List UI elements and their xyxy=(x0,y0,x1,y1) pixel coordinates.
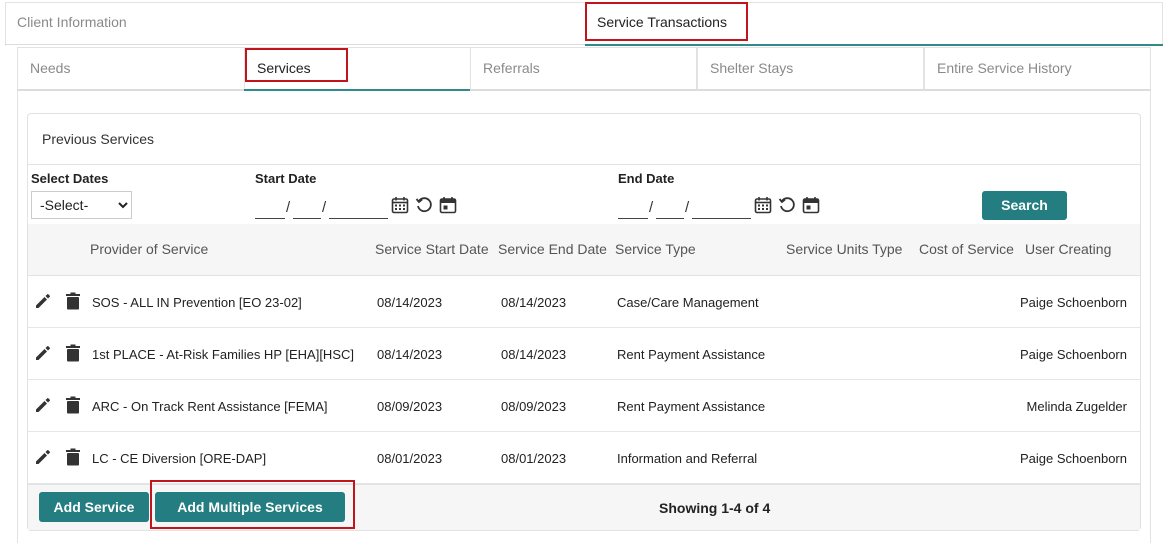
start-date-month-input[interactable] xyxy=(255,197,285,219)
pagination-status: Showing 1-4 of 4 xyxy=(659,500,771,516)
trash-icon[interactable] xyxy=(63,447,83,467)
calendar-today-icon[interactable] xyxy=(439,196,457,214)
select-dates-dropdown[interactable]: -Select- xyxy=(31,191,132,219)
highlight-box-add-multiple xyxy=(150,480,355,529)
cell-service-type: Case/Care Management xyxy=(617,295,759,310)
top-tab-bar xyxy=(5,2,1163,46)
tab-client-information[interactable]: Client Information xyxy=(17,2,127,44)
add-service-button[interactable]: Add Service xyxy=(39,492,149,522)
top-tab-divider xyxy=(5,44,585,45)
cell-user-creating: Paige Schoenborn xyxy=(1020,347,1127,362)
cell-user-creating: Melinda Zugelder xyxy=(1026,399,1127,414)
highlight-box-service-transactions xyxy=(585,2,748,41)
table-row: LC - CE Diversion [ORE-DAP] 08/01/2023 0… xyxy=(28,432,1140,484)
cell-start-date: 08/14/2023 xyxy=(377,347,443,362)
tab-shelter-stays[interactable]: Shelter Stays xyxy=(697,47,924,90)
end-date-label: End Date xyxy=(618,171,675,186)
date-separator: / xyxy=(685,199,690,216)
tab-entire-service-history[interactable]: Entire Service History xyxy=(924,47,1151,90)
cell-provider: ARC - On Track Rent Assistance [FEMA] xyxy=(92,399,328,414)
card-title: Previous Services xyxy=(42,131,155,147)
pencil-icon[interactable] xyxy=(33,291,53,311)
start-date-year-input[interactable] xyxy=(329,197,388,219)
column-header-units-type[interactable]: Service Units Type xyxy=(786,241,902,257)
reset-icon[interactable] xyxy=(415,196,433,214)
pencil-icon[interactable] xyxy=(33,447,53,467)
tab-needs[interactable]: Needs xyxy=(17,47,245,90)
column-header-start-date[interactable]: Service Start Date xyxy=(375,241,489,257)
trash-icon[interactable] xyxy=(63,343,83,363)
cell-start-date: 08/14/2023 xyxy=(377,295,443,310)
table-row: SOS - ALL IN Prevention [EO 23-02] 08/14… xyxy=(28,276,1140,328)
cell-service-type: Rent Payment Assistance xyxy=(617,399,766,414)
cell-user-creating: Paige Schoenborn xyxy=(1020,451,1127,466)
table-row: ARC - On Track Rent Assistance [FEMA] 08… xyxy=(28,380,1140,432)
end-date-day-input[interactable] xyxy=(656,197,684,219)
cell-start-date: 08/09/2023 xyxy=(377,399,443,414)
select-dates-label: Select Dates xyxy=(31,171,109,186)
tab-referrals[interactable]: Referrals xyxy=(470,47,697,90)
date-separator: / xyxy=(649,199,654,216)
calendar-today-icon[interactable] xyxy=(802,196,820,214)
cell-service-type: Rent Payment Assistance xyxy=(617,347,766,362)
card-divider xyxy=(28,164,1140,165)
reset-icon[interactable] xyxy=(778,196,796,214)
pencil-icon[interactable] xyxy=(33,343,53,363)
trash-icon[interactable] xyxy=(63,291,83,311)
end-date-month-input[interactable] xyxy=(618,197,648,219)
cell-provider: 1st PLACE - At-Risk Families HP [EHA][HS… xyxy=(92,347,354,362)
calendar-icon[interactable] xyxy=(391,196,409,214)
column-header-end-date[interactable]: Service End Date xyxy=(498,241,607,257)
start-date-label: Start Date xyxy=(255,171,317,186)
cell-end-date: 08/14/2023 xyxy=(501,295,567,310)
highlight-box-services xyxy=(245,48,348,82)
cell-service-type: Information and Referral xyxy=(617,451,758,466)
column-header-user-creating[interactable]: User Creating xyxy=(1025,241,1111,257)
cell-provider: SOS - ALL IN Prevention [EO 23-02] xyxy=(92,295,302,310)
pencil-icon[interactable] xyxy=(33,395,53,415)
cell-provider: LC - CE Diversion [ORE-DAP] xyxy=(92,451,267,466)
date-separator: / xyxy=(322,199,327,216)
calendar-icon[interactable] xyxy=(754,196,772,214)
column-header-provider[interactable]: Provider of Service xyxy=(90,241,208,257)
top-tab-active-underline xyxy=(585,44,1163,46)
cell-start-date: 08/01/2023 xyxy=(377,451,443,466)
trash-icon[interactable] xyxy=(63,395,83,415)
date-separator: / xyxy=(286,199,291,216)
end-date-year-input[interactable] xyxy=(692,197,751,219)
column-header-service-type[interactable]: Service Type xyxy=(615,241,696,257)
cell-user-creating: Paige Schoenborn xyxy=(1020,295,1127,310)
column-header-cost[interactable]: Cost of Service xyxy=(919,241,1014,257)
cell-end-date: 08/14/2023 xyxy=(501,347,567,362)
table-row: 1st PLACE - At-Risk Families HP [EHA][HS… xyxy=(28,328,1140,380)
search-button[interactable]: Search xyxy=(982,191,1067,220)
cell-end-date: 08/09/2023 xyxy=(501,399,567,414)
cell-end-date: 08/01/2023 xyxy=(501,451,567,466)
start-date-day-input[interactable] xyxy=(293,197,321,219)
